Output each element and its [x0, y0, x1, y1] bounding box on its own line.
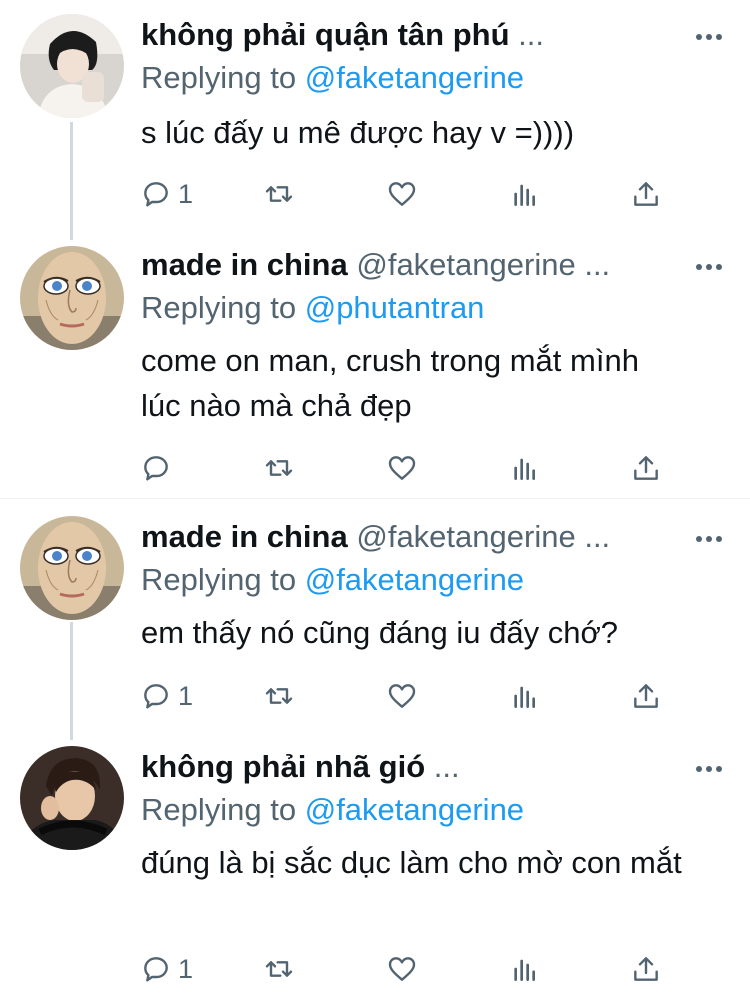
share-upload-icon	[634, 957, 658, 981]
truncation-ellipsis: ...	[584, 247, 611, 282]
avatar[interactable]	[20, 14, 124, 118]
replying-handle-link[interactable]: @faketangerine	[305, 562, 524, 597]
heart-icon	[388, 456, 416, 480]
share-button[interactable]	[630, 448, 662, 488]
tweet-text: come on man, crush trong mắt mình lúc nà…	[141, 343, 639, 423]
divider	[0, 498, 750, 499]
action-bar	[140, 448, 700, 488]
retweet-icon	[265, 460, 293, 476]
views-button[interactable]	[509, 949, 541, 989]
retweet-button[interactable]	[263, 949, 295, 989]
more-icon[interactable]	[694, 252, 724, 282]
heart-icon	[388, 957, 416, 981]
reply-count: 1	[178, 953, 194, 984]
avatar[interactable]	[20, 516, 124, 620]
display-name[interactable]: không phải nhã gió	[141, 749, 425, 784]
reply-button[interactable]: 1	[140, 949, 193, 989]
tweet[interactable]: không phải quận tân phú ... Replying to …	[0, 0, 750, 240]
retweet-icon	[265, 961, 293, 977]
replying-to: Replying to @faketangerine	[141, 56, 524, 100]
reply-icon	[144, 182, 168, 207]
action-bar: 1	[140, 174, 700, 214]
replying-prefix: Replying to	[141, 562, 297, 597]
reply-button[interactable]: 1	[140, 174, 193, 214]
tweet-header: made in china @faketangerine ...	[141, 243, 610, 287]
heart-icon	[388, 684, 416, 708]
tweet-header: không phải nhã gió ...	[141, 745, 460, 789]
share-upload-icon	[634, 456, 658, 480]
reply-button[interactable]: 1	[140, 676, 193, 716]
replying-prefix: Replying to	[141, 60, 297, 95]
tweet-header: made in china @faketangerine ...	[141, 515, 610, 559]
retweet-button[interactable]	[263, 448, 295, 488]
replying-to: Replying to @phutantran	[141, 286, 484, 330]
display-name[interactable]: made in china	[141, 247, 348, 282]
tweet-text: đúng là bị sắc dục làm cho mờ con mắt	[141, 845, 682, 880]
truncation-ellipsis: ...	[518, 17, 544, 52]
share-button[interactable]	[630, 174, 662, 214]
reply-button[interactable]	[140, 448, 178, 488]
avatar[interactable]	[20, 746, 124, 850]
reply-icon	[144, 957, 168, 982]
share-button[interactable]	[630, 949, 662, 989]
replying-prefix: Replying to	[141, 290, 297, 325]
truncation-ellipsis: ...	[433, 749, 460, 784]
views-button[interactable]	[509, 448, 541, 488]
replying-handle-link[interactable]: @faketangerine	[305, 792, 524, 827]
analytics-bars-icon	[514, 959, 535, 981]
action-bar: 1	[140, 676, 700, 716]
share-upload-icon	[634, 684, 658, 708]
action-bar: 1	[140, 949, 700, 989]
heart-icon	[388, 182, 416, 206]
tweet-text: s lúc đấy u mê được hay v =))))	[141, 115, 575, 150]
share-button[interactable]	[630, 676, 662, 716]
like-button[interactable]	[386, 676, 418, 716]
avatar[interactable]	[20, 246, 124, 350]
analytics-bars-icon	[514, 184, 535, 206]
retweet-button[interactable]	[263, 174, 295, 214]
retweet-button[interactable]	[263, 676, 295, 716]
more-icon[interactable]	[694, 754, 724, 784]
like-button[interactable]	[386, 949, 418, 989]
replying-handle-link[interactable]: @phutantran	[305, 290, 485, 325]
replying-to: Replying to @faketangerine	[141, 788, 524, 832]
more-icon[interactable]	[694, 22, 724, 52]
user-handle[interactable]: @faketangerine	[356, 519, 575, 554]
like-button[interactable]	[386, 174, 418, 214]
analytics-bars-icon	[514, 686, 535, 708]
display-name[interactable]: không phải quận tân phú	[141, 17, 510, 52]
tweet-text: em thấy nó cũng đáng iu đấy chớ?	[141, 615, 619, 650]
analytics-bars-icon	[514, 458, 535, 480]
replying-prefix: Replying to	[141, 792, 297, 827]
share-upload-icon	[634, 182, 658, 206]
tweet[interactable]: không phải nhã gió ... Replying to @fake…	[0, 738, 750, 995]
reply-count: 1	[178, 680, 194, 711]
tweet-header: không phải quận tân phú ...	[141, 13, 544, 57]
reply-icon	[144, 684, 168, 709]
retweet-icon	[265, 688, 293, 704]
replying-to: Replying to @faketangerine	[141, 558, 524, 602]
replying-handle-link[interactable]: @faketangerine	[305, 60, 524, 95]
retweet-icon	[265, 186, 293, 202]
reply-count: 1	[178, 178, 194, 209]
truncation-ellipsis: ...	[584, 519, 611, 554]
display-name[interactable]: made in china	[141, 519, 348, 554]
user-handle[interactable]: @faketangerine	[356, 247, 575, 282]
views-button[interactable]	[509, 174, 541, 214]
more-icon[interactable]	[694, 524, 724, 554]
like-button[interactable]	[386, 448, 418, 488]
reply-icon	[144, 456, 168, 481]
tweet[interactable]: made in china @faketangerine ... Replyin…	[0, 240, 750, 498]
views-button[interactable]	[509, 676, 541, 716]
tweet[interactable]: made in china @faketangerine ... Replyin…	[0, 510, 750, 738]
